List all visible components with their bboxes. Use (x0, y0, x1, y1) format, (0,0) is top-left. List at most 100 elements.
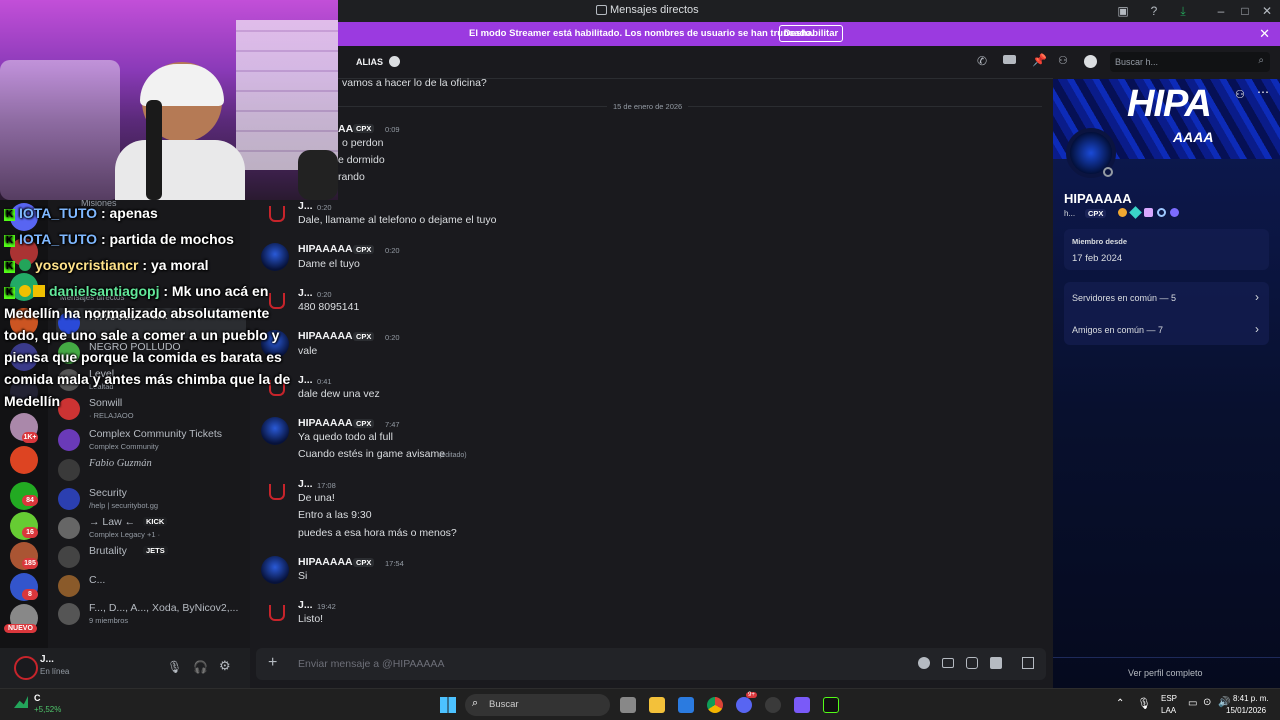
steam-icon[interactable] (765, 697, 781, 713)
dm-name: → Law ← (89, 516, 136, 528)
overlay-chat-line: K IOTA_TUTO : partida de mochos (4, 231, 234, 247)
taskbar: C +5,52% ⌕ Buscar 9+ ⌃ 🎙 ESP LAA ▭ ⊙ 🔊 8… (0, 688, 1280, 720)
help-icon[interactable]: ? (1146, 3, 1162, 19)
message-author[interactable]: J... (298, 374, 313, 386)
server-tag: CPX (353, 245, 375, 254)
mutual-friends-row[interactable]: Amigos en común — 7 › (1064, 314, 1269, 345)
message-time: 0:41 (317, 377, 332, 386)
gif-icon[interactable] (942, 658, 954, 668)
dm-item[interactable]: Brutality JETS (56, 542, 246, 572)
dm-item[interactable]: F..., D..., A..., Xoda, ByNicov2,... 9 m… (56, 599, 246, 629)
message-author[interactable]: J... (298, 287, 313, 299)
more-options-icon[interactable]: ⋯ (1257, 85, 1269, 99)
message-author[interactable]: HIPAAAAA (298, 330, 353, 342)
member-since-label: Miembro desde (1072, 237, 1128, 246)
dm-item[interactable]: C... (56, 571, 246, 601)
message-author[interactable]: HIPAAAAA (298, 243, 353, 255)
message-author[interactable]: J... (298, 599, 313, 611)
user-avatar[interactable] (14, 656, 38, 680)
microphone-icon[interactable]: 🎙 (167, 660, 182, 674)
streamer-mode-banner: El modo Streamer está habilitado. Los no… (338, 22, 1280, 46)
message-author[interactable]: AA (338, 123, 353, 135)
avatar[interactable] (261, 599, 289, 627)
dm-item[interactable]: → Law ← KICK Complex Legacy +1 · (56, 513, 246, 543)
pin-icon[interactable]: 📌 (1032, 53, 1047, 67)
member-since-date: 17 feb 2024 (1072, 253, 1123, 264)
dm-item[interactable]: Sonwill · RELAJAOO (56, 394, 246, 424)
profile-badges (1118, 206, 1188, 219)
stock-icon[interactable] (14, 696, 28, 708)
avatar (58, 603, 80, 625)
headphones-icon[interactable]: 🎧 (193, 660, 208, 674)
clock-time[interactable]: 8:41 p. m. (1233, 694, 1269, 703)
message-author[interactable]: J... (298, 200, 313, 212)
task-view-icon[interactable] (620, 697, 636, 713)
view-full-profile-link[interactable]: Ver perfil completo (1128, 668, 1203, 678)
display-icon[interactable]: ▭ (1188, 698, 1197, 709)
minimize-icon[interactable]: – (1213, 3, 1229, 19)
gift-icon[interactable] (1022, 657, 1034, 669)
settings-icon[interactable]: ⚙ (219, 658, 231, 674)
emoji-icon[interactable] (918, 657, 930, 669)
outlook-icon[interactable] (678, 697, 694, 713)
voice-call-icon[interactable]: ✆ (977, 54, 987, 68)
inbox-button-icon[interactable]: ▣ (1115, 3, 1131, 19)
message-composer[interactable]: + Enviar mensaje a @HIPAAAAA (256, 648, 1046, 680)
mutual-servers-row[interactable]: Servidores en común — 5 › (1064, 282, 1269, 313)
message-text: Ya quedo todo al full (298, 431, 393, 443)
kick-icon: K (4, 235, 15, 247)
image-icon[interactable] (990, 657, 1002, 669)
app-icon[interactable] (794, 697, 810, 713)
dm-item[interactable]: Complex Community Tickets Complex Commun… (56, 425, 246, 455)
overlay-chat-line: Kyosoycristiancr : ya moral (4, 257, 209, 273)
message-author[interactable]: HIPAAAAA (298, 417, 353, 429)
video-call-icon[interactable] (1003, 55, 1016, 64)
dm-subtitle: Complex Community (89, 442, 159, 451)
new-badge: NUEVO (4, 624, 37, 633)
add-friends-icon[interactable]: ⚇ (1058, 54, 1068, 67)
close-banner-icon[interactable]: ✕ (1259, 26, 1270, 42)
language-label[interactable]: ESP (1161, 694, 1177, 703)
chat-user: IOTA_TUTO (19, 231, 98, 247)
stock-symbol: C (34, 693, 41, 703)
windows-start-icon[interactable] (440, 697, 456, 713)
sticker-icon[interactable] (966, 657, 978, 669)
tray-chevron-icon[interactable]: ⌃ (1116, 698, 1124, 709)
user-profile-icon[interactable] (1084, 55, 1097, 68)
network-icon[interactable]: ⊙ (1203, 697, 1211, 708)
download-icon[interactable]: ⤓ (1175, 3, 1191, 19)
avatar[interactable] (261, 417, 289, 445)
badge-icon (1144, 208, 1153, 217)
search-box[interactable]: Buscar h... ⌕ (1110, 52, 1270, 72)
microphone-tray-icon[interactable]: 🎙 (1137, 697, 1151, 710)
server-icon[interactable] (10, 446, 38, 474)
kick-icon: K (4, 209, 15, 221)
dm-item[interactable]: Fabio Guzmán (56, 455, 246, 485)
avatar[interactable] (261, 556, 289, 584)
dm-item[interactable]: Security /help | securitybot.gg (56, 484, 246, 514)
search-input[interactable]: Buscar h... (1115, 57, 1158, 67)
message-input[interactable]: Enviar mensaje a @HIPAAAAA (298, 658, 444, 670)
message-author[interactable]: J... (298, 478, 313, 490)
chevron-right-icon: › (1255, 290, 1259, 304)
add-friend-icon[interactable]: ⚇ (1235, 88, 1245, 101)
close-window-icon[interactable]: ✕ (1259, 3, 1275, 19)
dm-name: C... (89, 574, 106, 586)
message-author[interactable]: HIPAAAAA (298, 556, 353, 568)
avatar[interactable] (261, 243, 289, 271)
chrome-icon[interactable] (707, 697, 723, 713)
message-text: dale dew una vez (298, 388, 380, 400)
overlay-chat-wrap: comida mala y antes más chimba que la de (4, 371, 291, 387)
avatar[interactable] (261, 200, 289, 228)
server-tag: CPX (353, 124, 375, 133)
message-text: De una! (298, 492, 335, 504)
discord-icon[interactable] (736, 697, 752, 713)
add-attachment-icon[interactable]: + (268, 654, 277, 672)
taskbar-search[interactable]: ⌕ Buscar (465, 694, 610, 716)
obs-icon[interactable] (823, 697, 839, 713)
file-explorer-icon[interactable] (649, 697, 665, 713)
dm-subtitle: · RELAJAOO (89, 411, 134, 420)
avatar[interactable] (261, 478, 289, 506)
maximize-icon[interactable]: □ (1237, 3, 1253, 19)
disable-streamer-button[interactable]: Deshabilitar (779, 25, 843, 42)
